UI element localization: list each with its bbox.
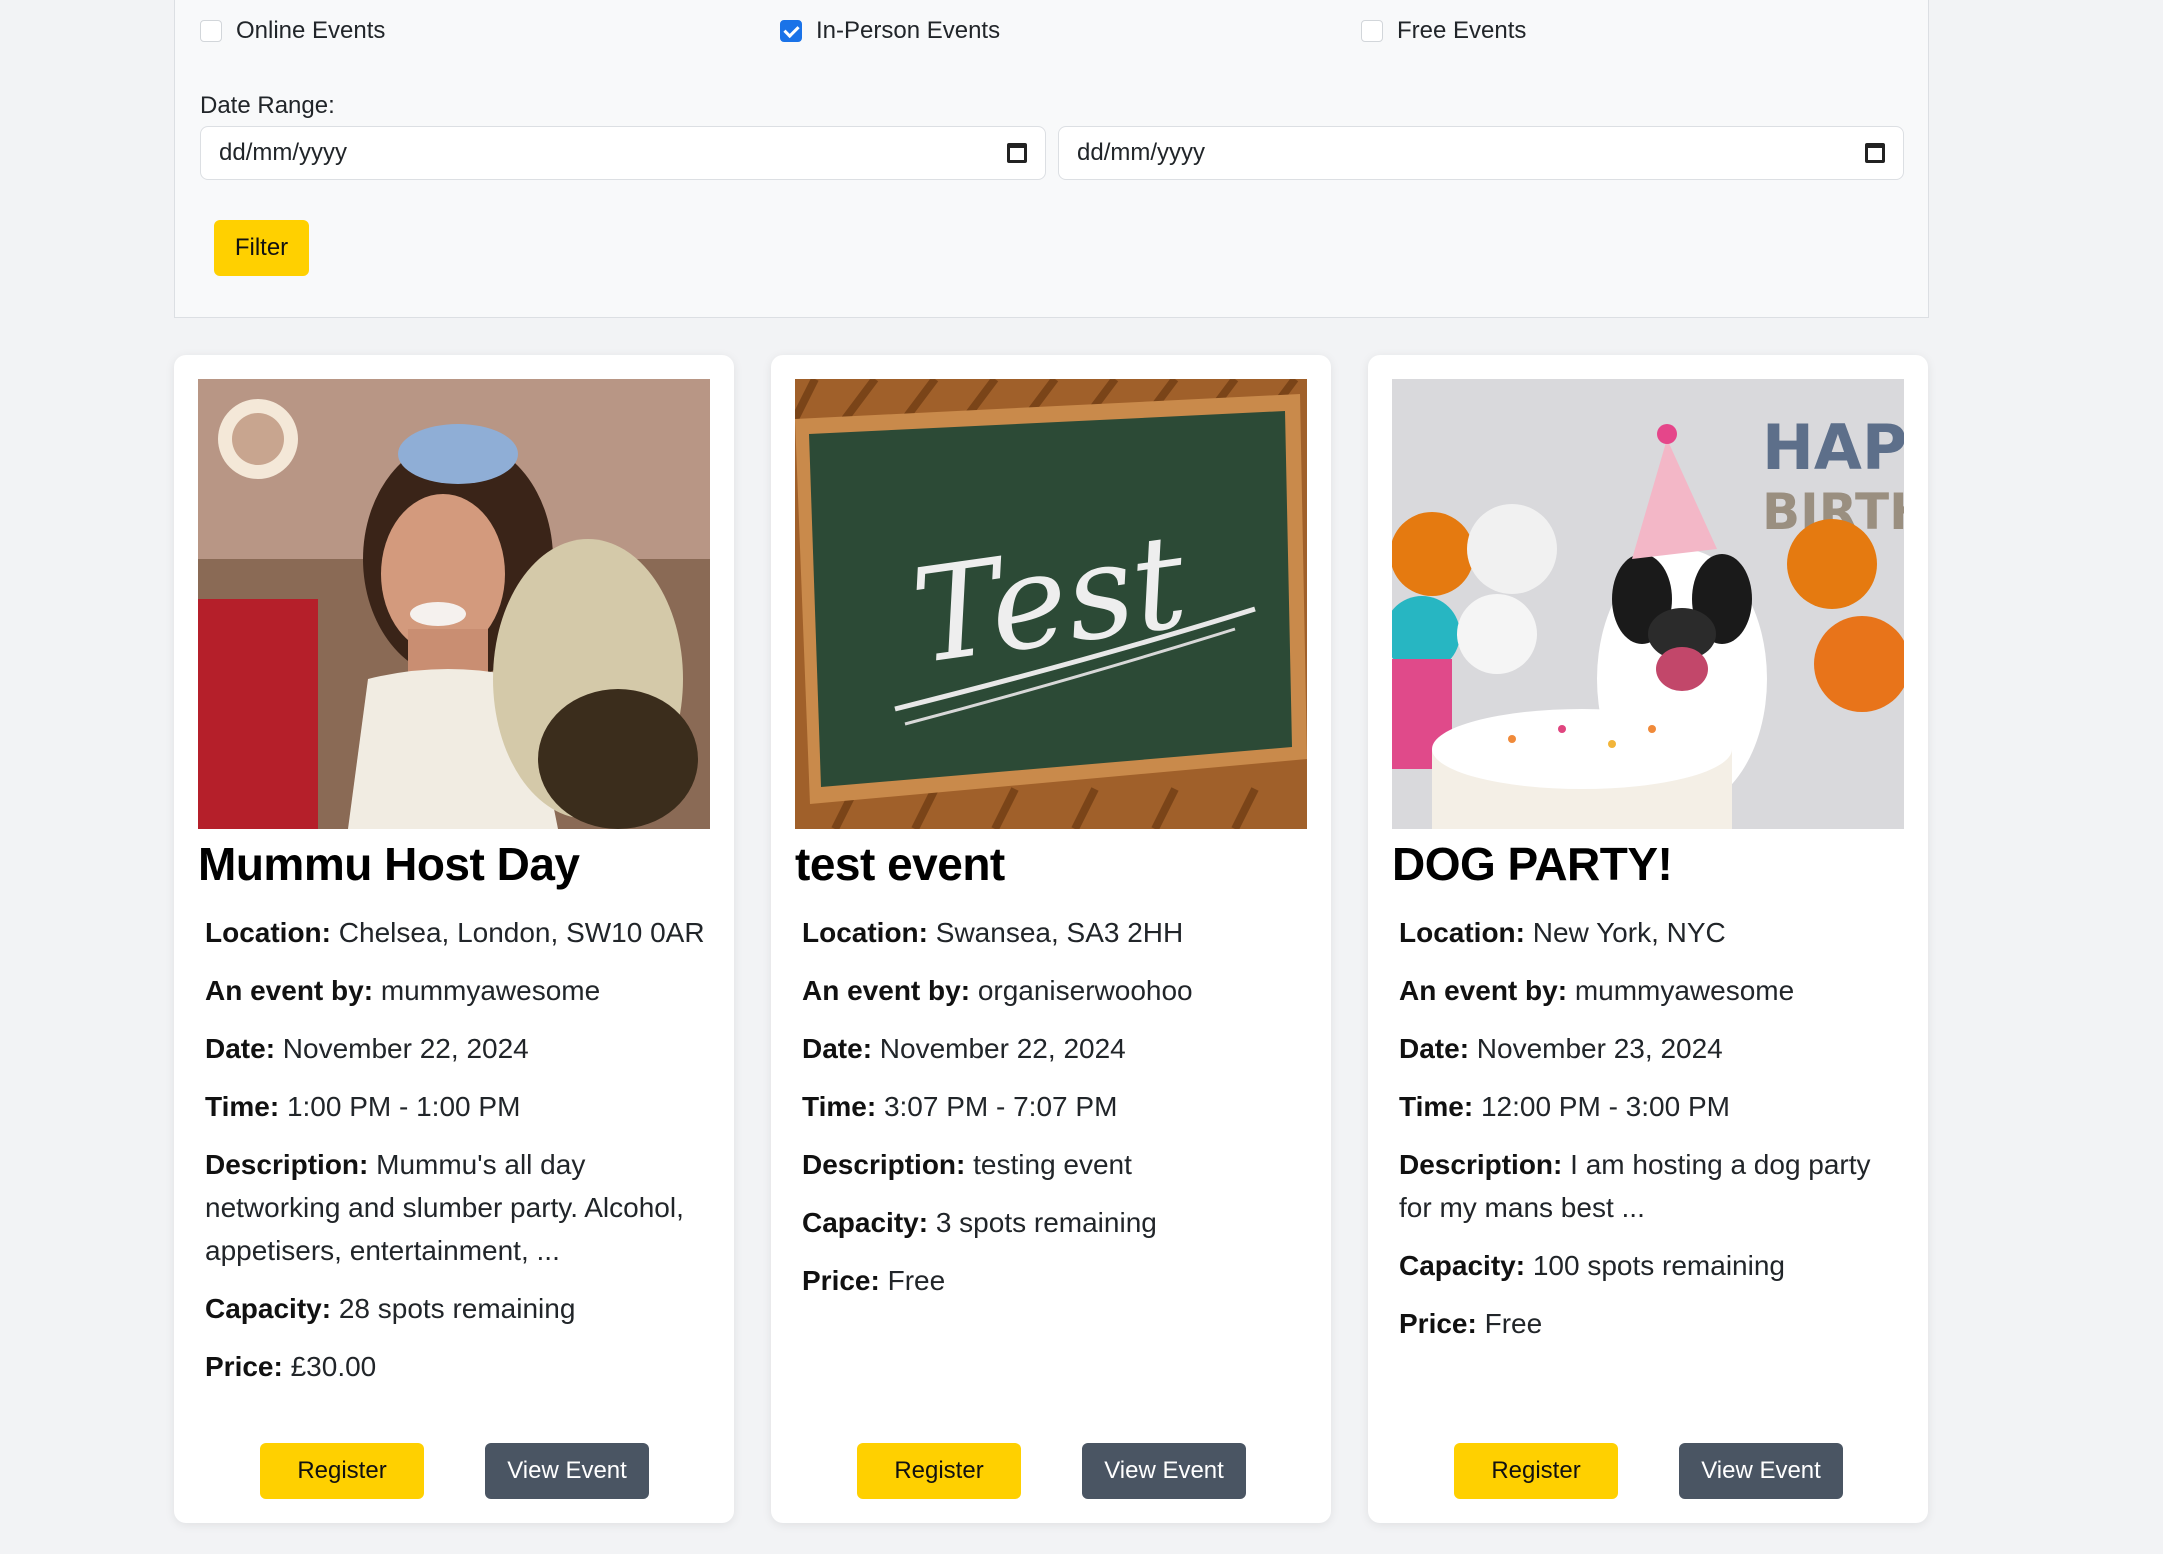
end-date-input[interactable]: dd/mm/yyyy [1058, 126, 1904, 180]
event-details: Location: Chelsea, London, SW10 0AR An e… [205, 911, 705, 1403]
event-title: test event [795, 838, 1005, 890]
event-location: Location: New York, NYC [1399, 917, 1726, 948]
event-description: Description: Mummu's all day networking … [205, 1149, 684, 1266]
calendar-icon[interactable] [1007, 143, 1027, 163]
event-price: Price: £30.00 [205, 1351, 377, 1382]
event-time: Time: 3:07 PM - 7:07 PM [802, 1091, 1118, 1122]
register-button[interactable]: Register [1454, 1443, 1618, 1499]
end-date-placeholder: dd/mm/yyyy [1077, 139, 1206, 166]
event-organiser: An event by: organiserwoohoo [802, 975, 1193, 1006]
event-organiser: An event by: mummyawesome [205, 975, 601, 1006]
free-events-checkbox[interactable] [1361, 20, 1383, 42]
event-card: Test test event Location: Swansea, SA3 2… [771, 355, 1331, 1523]
free-events-filter[interactable]: Free Events [1361, 16, 1526, 46]
event-capacity: Capacity: 28 spots remaining [205, 1293, 576, 1324]
view-event-button[interactable]: View Event [1679, 1443, 1843, 1499]
event-details: Location: Swansea, SA3 2HH An event by: … [802, 911, 1302, 1317]
event-price: Price: Free [1399, 1308, 1543, 1339]
online-events-checkbox[interactable] [200, 20, 222, 42]
inperson-events-checkbox[interactable] [780, 20, 802, 42]
event-image: HAPP BIRTHDA [1392, 379, 1904, 829]
happy-text: HAPP [1762, 411, 1904, 484]
event-description: Description: testing event [802, 1149, 1132, 1180]
event-price: Price: Free [802, 1265, 946, 1296]
event-image [198, 379, 710, 829]
event-capacity: Capacity: 100 spots remaining [1399, 1250, 1785, 1281]
event-description: Description: I am hosting a dog party fo… [1399, 1149, 1871, 1223]
event-date: Date: November 23, 2024 [1399, 1033, 1723, 1064]
event-title: Mummu Host Day [198, 838, 580, 890]
view-event-button[interactable]: View Event [1082, 1443, 1246, 1499]
event-date: Date: November 22, 2024 [205, 1033, 529, 1064]
event-location: Location: Swansea, SA3 2HH [802, 917, 1184, 948]
event-location: Location: Chelsea, London, SW10 0AR [205, 917, 705, 948]
start-date-placeholder: dd/mm/yyyy [219, 139, 348, 166]
free-events-label: Free Events [1397, 17, 1527, 44]
date-range-label: Date Range: [200, 92, 335, 119]
event-date: Date: November 22, 2024 [802, 1033, 1126, 1064]
event-time: Time: 12:00 PM - 3:00 PM [1399, 1091, 1730, 1122]
online-events-label: Online Events [236, 17, 386, 44]
event-card: Mummu Host Day Location: Chelsea, London… [174, 355, 734, 1523]
calendar-icon[interactable] [1865, 143, 1885, 163]
event-image: Test [795, 379, 1307, 829]
inperson-events-filter[interactable]: In-Person Events [780, 16, 1000, 46]
register-button[interactable]: Register [260, 1443, 424, 1499]
register-button[interactable]: Register [857, 1443, 1021, 1499]
inperson-events-label: In-Person Events [816, 17, 1001, 44]
event-card: HAPP BIRTHDA DOG PARTY! Location: New [1368, 355, 1928, 1523]
view-event-button[interactable]: View Event [485, 1443, 649, 1499]
filter-button[interactable]: Filter [214, 220, 309, 276]
event-time: Time: 1:00 PM - 1:00 PM [205, 1091, 521, 1122]
filter-panel: Online Events In-Person Events Free Even… [174, 0, 1929, 318]
start-date-input[interactable]: dd/mm/yyyy [200, 126, 1046, 180]
event-organiser: An event by: mummyawesome [1399, 975, 1795, 1006]
event-capacity: Capacity: 3 spots remaining [802, 1207, 1157, 1238]
event-details: Location: New York, NYC An event by: mum… [1399, 911, 1899, 1360]
online-events-filter[interactable]: Online Events [200, 16, 385, 46]
event-title: DOG PARTY! [1392, 838, 1673, 890]
